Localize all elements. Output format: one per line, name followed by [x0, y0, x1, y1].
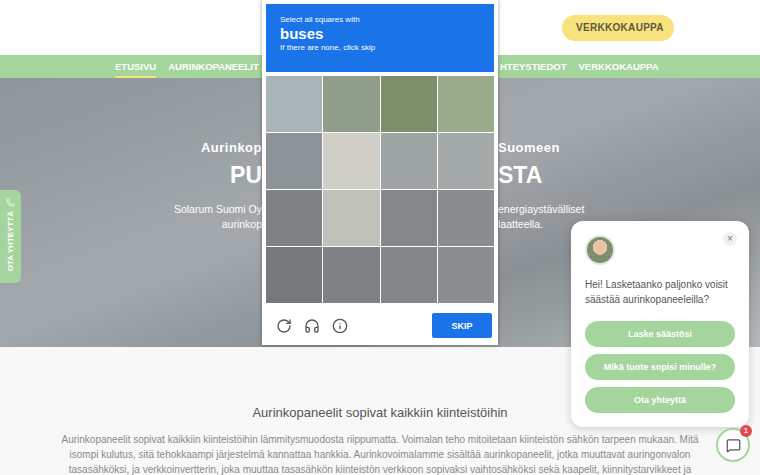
captcha-prompt: Select all squares with: [280, 15, 480, 24]
headphones-icon: [304, 318, 320, 334]
captcha-hint: If there are none, click skip: [280, 43, 480, 52]
captcha-tile[interactable]: [381, 190, 437, 246]
captcha-tile[interactable]: [438, 247, 494, 303]
captcha-tile[interactable]: [381, 133, 437, 189]
hero-text: energiaystävälliset: [498, 203, 760, 217]
captcha-tile[interactable]: [438, 190, 494, 246]
captcha-tile[interactable]: [266, 190, 322, 246]
captcha-tile[interactable]: [381, 76, 437, 132]
nav-item[interactable]: AURINKOPANEELIT: [168, 55, 270, 78]
skip-button[interactable]: SKIP: [432, 313, 492, 338]
nav-item[interactable]: ETUSIVU: [115, 55, 156, 78]
captcha-tile[interactable]: [381, 247, 437, 303]
chat-options: Laske säästösi Mikä tuote sopisi minulle?…: [585, 321, 735, 413]
captcha-grid: [266, 76, 494, 303]
chat-popup: × Hei! Lasketaanko paljonko voisit säästä…: [571, 221, 749, 427]
hero-text: Solarum Suomi Oy: [0, 203, 262, 217]
intro-text: Aurinkopaneelit sopivat kaikkiin kiintei…: [55, 432, 705, 475]
nav-group: HTEYSTIEDOT VERKKOKAUPPA: [498, 55, 760, 78]
avatar: [585, 235, 615, 265]
chat-launcher[interactable]: 1: [716, 428, 750, 462]
chat-greeting: Hei! Lasketaanko paljonko voisit säästää…: [585, 277, 735, 307]
captcha-header: Select all squares withbusesIf there are…: [266, 4, 494, 72]
nav-item[interactable]: HTEYSTIEDOT: [500, 55, 567, 78]
page: VERKKOKAUPPAETUSIVUAURINKOPANEELITHTEYST…: [0, 0, 760, 475]
chat-option[interactable]: Laske säästösi: [585, 321, 735, 347]
captcha-tile[interactable]: [323, 190, 379, 246]
contact-tab[interactable]: OTA YHTEYTTÄ: [0, 190, 21, 283]
nav-item[interactable]: VERKKOKAUPPA: [579, 55, 659, 78]
unread-badge: 1: [740, 425, 752, 437]
audio-button[interactable]: [304, 318, 320, 334]
captcha-tile[interactable]: [266, 247, 322, 303]
captcha-tile[interactable]: [438, 133, 494, 189]
hero-text: PU: [0, 161, 262, 191]
captcha-tile[interactable]: [323, 247, 379, 303]
captcha: Select all squares withbusesIf there are…: [262, 0, 498, 345]
captcha-tile[interactable]: [266, 133, 322, 189]
info-button[interactable]: [332, 318, 348, 334]
hero-text: aurinkop: [0, 218, 262, 232]
reload-icon: [276, 318, 292, 334]
phone-icon: [6, 198, 15, 207]
chat-option[interactable]: Mikä tuote sopisi minulle?: [585, 354, 735, 380]
shop-button[interactable]: VERKKOKAUPPA: [562, 15, 674, 41]
captcha-footer: SKIP: [266, 303, 494, 338]
close-button[interactable]: ×: [723, 232, 737, 246]
contact-tab-label: OTA YHTEYTTÄ: [6, 211, 15, 271]
info-icon: [332, 318, 348, 334]
captcha-target: buses: [280, 25, 480, 42]
hero-text: STA: [498, 161, 760, 191]
captcha-tile[interactable]: [438, 76, 494, 132]
captcha-tile[interactable]: [266, 76, 322, 132]
chat-option[interactable]: Ota yhteyttä: [585, 387, 735, 413]
hero-text: Suomeen: [498, 140, 760, 157]
nav-group: ETUSIVUAURINKOPANEELIT: [0, 55, 262, 78]
captcha-tile[interactable]: [323, 76, 379, 132]
reload-button[interactable]: [276, 318, 292, 334]
hero-text: Aurinkop: [0, 140, 262, 157]
intro-heading: Aurinkopaneelit sopivat kaikkiin kiintei…: [252, 405, 507, 420]
captcha-tile[interactable]: [323, 133, 379, 189]
chat-icon: [726, 438, 741, 453]
